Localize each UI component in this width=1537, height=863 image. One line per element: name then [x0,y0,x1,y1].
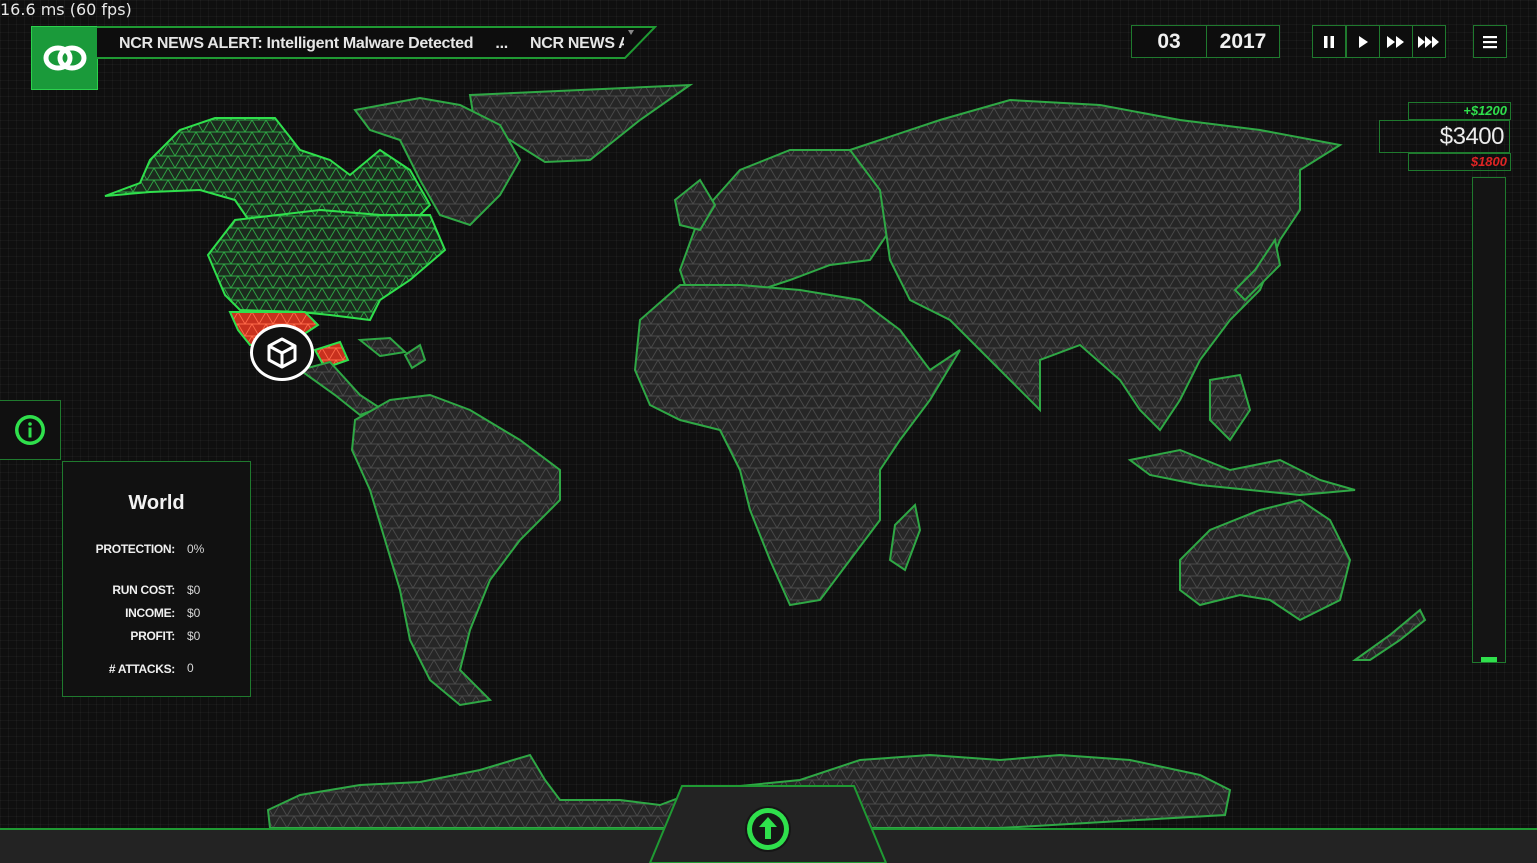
region-madagascar[interactable] [888,502,922,572]
info-icon [15,415,45,445]
region-australia[interactable] [1179,498,1352,622]
run-cost-label: RUN COST: [112,583,175,597]
income-delta: +$1200 [1408,102,1511,120]
cost-delta: $1800 [1408,153,1511,171]
region-africa[interactable] [633,284,961,607]
region-central-america[interactable] [297,360,383,417]
region-usa[interactable] [206,208,447,322]
date-year: 2017 [1206,25,1280,58]
info-panel-title: World [128,492,185,514]
info-toggle-button[interactable] [0,400,61,460]
pause-button[interactable] [1312,25,1346,58]
news-separator: ... [495,35,508,52]
run-cost-value: $0 [187,583,201,597]
region-info-panel: World PROTECTION: 0% RUN COST: $0 INCOME… [62,461,251,697]
date-month: 03 [1131,25,1207,58]
region-south-america[interactable] [350,393,561,707]
money-balance: $3400 [1379,120,1510,153]
attacks-value: 0 [187,661,194,675]
protection-label: PROTECTION: [95,542,176,556]
balance-bar [1472,177,1506,663]
fps-counter: 16.6 ms (60 fps) [0,0,132,19]
world-map[interactable] [0,0,1537,863]
game-logo[interactable] [31,26,98,90]
play-button[interactable] [1346,25,1380,58]
news-ticker-text: NCR NEWS ALERT: Intelligent Malware Dete… [119,35,624,55]
income-value: $0 [187,606,201,620]
upgrade-button[interactable] [745,806,791,852]
region-caribbean[interactable] [357,336,427,370]
profit-value: $0 [187,629,201,643]
protection-value: 0% [187,542,205,556]
fastest-forward-button[interactable] [1412,25,1446,58]
menu-button[interactable] [1473,25,1507,58]
balance-bar-fill [1481,657,1497,662]
region-philippines[interactable] [1209,373,1252,442]
game-screen: 16.6 ms (60 fps) NCR NEWS ALERT: Intelli… [0,0,1537,863]
news-item: NCR NEWS ALERT: Intelligent Malware Dete… [119,35,474,52]
fast-forward-button[interactable] [1379,25,1413,58]
region-europe[interactable] [678,149,892,301]
income-label: INCOME: [125,606,175,620]
attacks-label: # ATTACKS: [108,662,175,676]
pause-icon [1324,35,1334,48]
cube-icon [267,337,297,368]
linked-rings-logo-icon [43,45,86,71]
hamburger-menu-icon [1483,35,1497,48]
fastest-forward-icon [1418,35,1439,48]
play-icon [1359,35,1368,48]
fast-forward-icon [1387,35,1404,48]
region-indonesia[interactable] [1127,448,1356,497]
news-ticker[interactable]: NCR NEWS ALERT: Intelligent Malware Dete… [97,26,657,59]
profit-label: PROFIT: [130,629,175,643]
region-new-zealand[interactable] [1351,608,1427,661]
player-base-marker[interactable] [250,324,314,381]
news-item: NCR NEWS ALER [530,35,624,52]
arrow-up-circle-icon [747,808,789,850]
